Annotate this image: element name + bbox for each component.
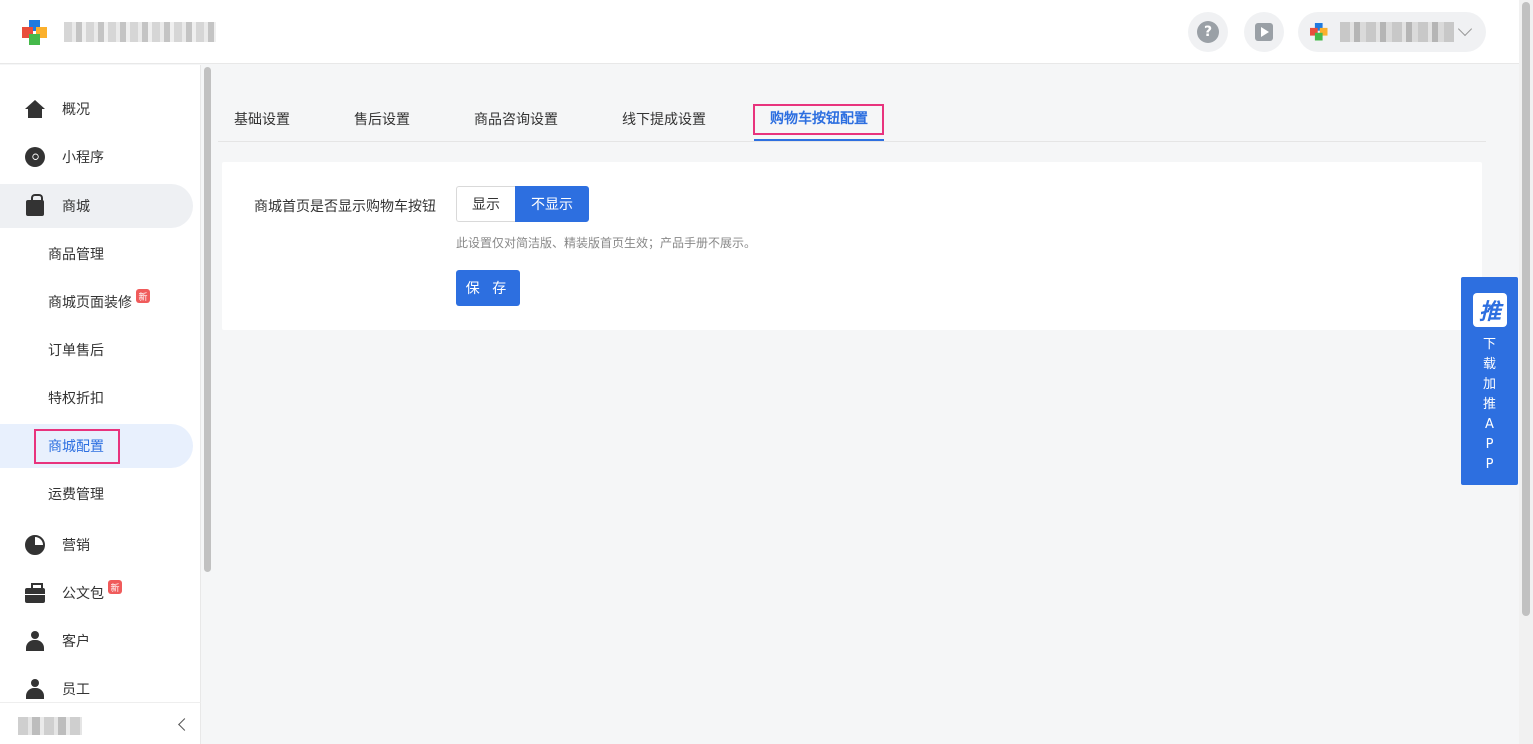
account-logo-icon [1310,23,1328,41]
tab-basic-settings[interactable]: 基础设置 [234,96,290,141]
app-logo-icon: 推 [1473,293,1507,327]
briefcase-icon [24,582,46,604]
sidebar-item-label: 公文包 [62,586,104,602]
cart-button-toggle: 显示 不显示 [456,186,589,222]
home-icon [24,98,46,120]
chevron-left-icon[interactable] [178,718,191,731]
tab-after-sales[interactable]: 售后设置 [354,96,410,141]
sidebar-subitem-label: 运费管理 [48,487,104,503]
setting-hint-text: 此设置仅对简洁版、精装版首页生效；产品手册不展示。 [456,236,757,250]
sidebar-item-staff[interactable]: 员工 [0,667,193,702]
highlight-annotation [34,429,120,464]
cart-button-field-label: 商城首页是否显示购物车按钮 [254,199,436,215]
settings-panel: 商城首页是否显示购物车按钮 显示 不显示 此设置仅对简洁版、精装版首页生效；产品… [222,162,1482,330]
sidebar-item-label: 小程序 [62,150,104,166]
sidebar-item-label: 客户 [62,634,90,650]
store-name-redacted [64,22,216,42]
sidebar-subitem-shipping[interactable]: 运费管理 [0,472,193,516]
sidebar-item-mini-program[interactable]: ഠ 小程序 [0,135,193,179]
account-name-redacted [1340,22,1454,42]
sidebar-item-briefcase[interactable]: 公文包 新 [0,571,193,615]
download-app-widget[interactable]: 推 下 载 加 推 A P P [1461,277,1518,485]
download-app-text: 下 载 加 推 A P P [1482,337,1496,472]
pie-chart-icon [24,534,46,556]
sidebar-item-label: 商城 [62,199,90,215]
sidebar-item-marketing[interactable]: 营销 [0,523,193,567]
save-button[interactable]: 保 存 [456,270,520,306]
page-scrollbar-thumb[interactable] [1522,2,1530,616]
option-hide-button[interactable]: 不显示 [515,186,589,222]
highlight-annotation [753,104,884,135]
sidebar-item-label: 概况 [62,102,90,118]
top-header: ? [0,0,1519,64]
staff-icon [24,678,46,700]
sidebar-subitem-label: 特权折扣 [48,391,104,407]
sidebar-subitem-product-management[interactable]: 商品管理 [0,232,193,276]
sidebar-subitem-discounts[interactable]: 特权折扣 [0,376,193,420]
mini-program-icon: ഠ [24,146,46,168]
shopping-bag-icon [24,194,46,217]
app-logo[interactable] [22,20,48,46]
tab-product-inquiry[interactable]: 商品咨询设置 [474,96,558,141]
footer-redacted [18,717,82,735]
video-tutorial-button[interactable] [1244,12,1284,52]
sidebar-subitem-label: 商城页面装修 [48,295,132,311]
sidebar: 概况 ഠ 小程序 商城 商品管理 商城页面装修 新 订单售后 特权折扣 商城配置… [0,65,201,702]
video-play-icon [1255,23,1273,41]
customer-icon [24,630,46,652]
sidebar-item-label: 营销 [62,538,90,554]
sidebar-item-overview[interactable]: 概况 [0,87,193,131]
new-badge: 新 [108,580,122,594]
question-circle-icon: ? [1197,21,1219,43]
sidebar-item-customers[interactable]: 客户 [0,619,193,663]
sidebar-subitem-label: 订单售后 [48,343,104,359]
sidebar-subitem-label: 商品管理 [48,247,104,263]
account-switcher[interactable] [1298,12,1486,52]
page-scrollbar[interactable] [1519,0,1533,744]
sidebar-item-mall[interactable]: 商城 [0,184,193,228]
sidebar-subitem-page-decoration[interactable]: 商城页面装修 新 [0,280,193,324]
sidebar-footer [0,702,201,744]
new-badge: 新 [136,289,150,303]
help-button[interactable]: ? [1188,12,1228,52]
sidebar-subitem-orders[interactable]: 订单售后 [0,328,193,372]
tab-offline-commission[interactable]: 线下提成设置 [622,96,706,141]
sidebar-item-label: 员工 [62,682,90,698]
option-show-button[interactable]: 显示 [456,186,515,222]
sidebar-scrollbar[interactable] [204,67,211,572]
chevron-down-icon [1457,21,1473,37]
